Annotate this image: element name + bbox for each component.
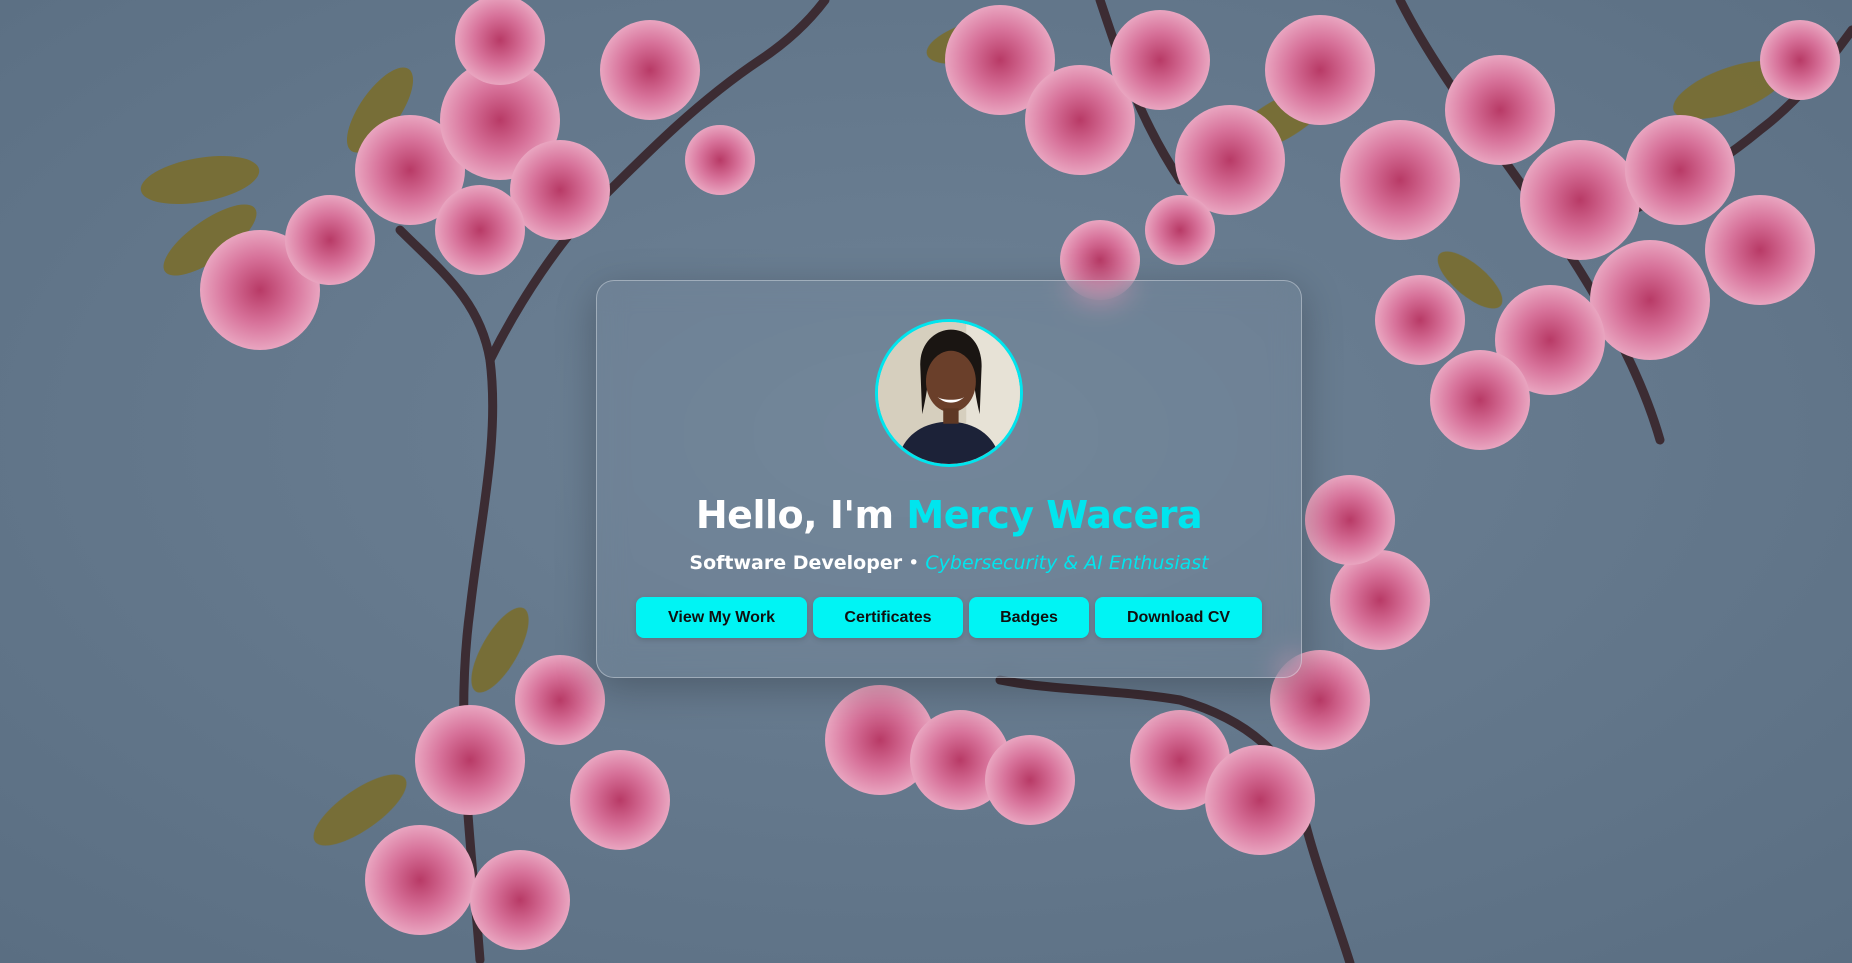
badges-button[interactable]: Badges [969, 597, 1089, 638]
avatar [875, 319, 1023, 467]
profile-photo-icon [878, 322, 1020, 464]
role-text: Software Developer [689, 552, 903, 574]
view-my-work-button[interactable]: View My Work [636, 597, 807, 638]
name-text: Mercy Wacera [906, 493, 1203, 537]
hero-title: Hello, I'm Mercy Wacera [597, 493, 1301, 537]
hero-subtitle: Software Developer • Cybersecurity & AI … [597, 552, 1301, 574]
profile-card: Hello, I'm Mercy Wacera Software Develop… [596, 280, 1302, 678]
interests-text: Cybersecurity & AI Enthusiast [925, 552, 1209, 574]
separator-text: • [902, 552, 926, 574]
download-cv-button[interactable]: Download CV [1095, 597, 1262, 638]
greeting-text: Hello, I'm [695, 493, 907, 537]
certificates-button[interactable]: Certificates [813, 597, 963, 638]
